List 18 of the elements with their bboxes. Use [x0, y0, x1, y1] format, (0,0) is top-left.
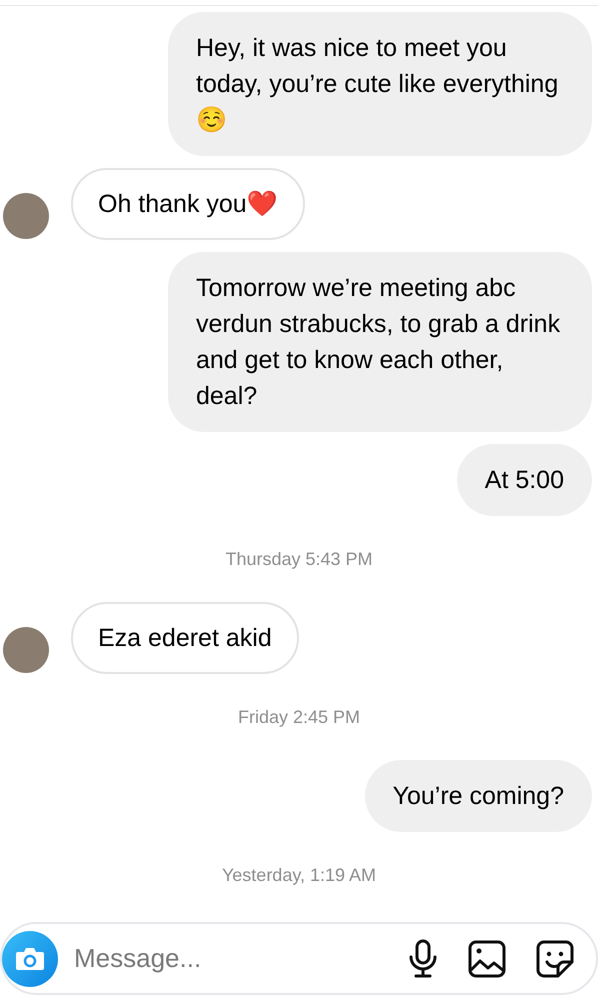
avatar: [3, 193, 49, 239]
timestamp: Thursday 5:43 PM: [225, 548, 373, 570]
sent-message: You’re coming?: [364, 760, 592, 832]
camera-button[interactable]: [2, 930, 58, 986]
timestamp: Yesterday, 1:19 AM: [222, 864, 376, 886]
received-message: Oh thank you❤: [71, 168, 305, 240]
message-input[interactable]: Message...: [74, 939, 400, 978]
received-message: Eza ederet akid: [71, 602, 299, 674]
sticker-icon[interactable]: [536, 940, 574, 978]
timestamp: Friday 2:45 PM: [238, 706, 360, 728]
sent-message: Hey, it was nice to meet you today, you’re cute like everything ☺: [168, 12, 592, 156]
sent-message: Tomorrow we’re meeting abc verdun strabucks, to grab a drink and get to know each other, deal?: [168, 252, 592, 432]
microphone-icon[interactable]: [408, 938, 438, 978]
avatar: [3, 627, 49, 673]
sent-message: At 5:00: [456, 444, 592, 516]
message-field[interactable]: Message...: [0, 922, 598, 995]
camera-icon: [15, 946, 45, 972]
image-icon[interactable]: [468, 940, 506, 978]
